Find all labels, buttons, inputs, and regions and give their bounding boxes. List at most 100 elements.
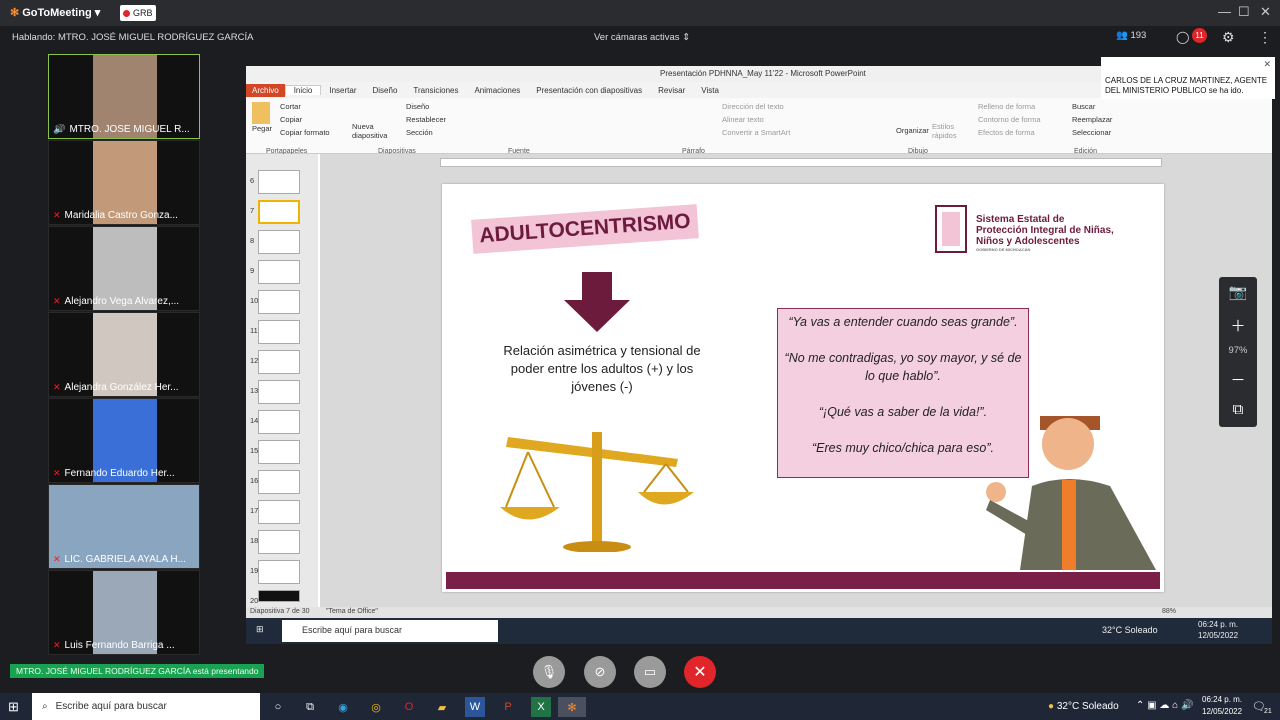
file-explorer-icon[interactable]: ▰ bbox=[432, 697, 452, 717]
copy-button[interactable]: Copiar bbox=[280, 115, 302, 124]
tab-insertar[interactable]: Insertar bbox=[321, 86, 364, 95]
shape-outline-button[interactable]: Contorno de forma bbox=[978, 115, 1041, 124]
slide-thumbnail[interactable] bbox=[258, 590, 300, 602]
text-direction-button[interactable]: Dirección del texto bbox=[722, 102, 784, 111]
chat-icon[interactable]: ◯ bbox=[1176, 30, 1189, 44]
edge-icon[interactable]: ◉ bbox=[333, 697, 353, 717]
quick-styles-button[interactable]: Estilos rápidos bbox=[932, 122, 960, 140]
slide-thumbnail[interactable] bbox=[258, 230, 300, 254]
word-icon[interactable]: W bbox=[465, 697, 485, 717]
coat-of-arms-logo-icon bbox=[935, 205, 967, 253]
date[interactable]: 12/05/2022 bbox=[1202, 707, 1242, 716]
select-button[interactable]: Seleccionar bbox=[1072, 128, 1111, 137]
task-view-icon[interactable]: ⧉ bbox=[300, 697, 320, 717]
mic-toggle-button[interactable]: 🎙 bbox=[533, 656, 565, 688]
participant-tile[interactable]: ✕ Maridalia Castro Gonza... bbox=[48, 140, 200, 225]
layout-button[interactable]: Diseño bbox=[406, 102, 429, 111]
slide-thumbnail[interactable] bbox=[258, 530, 300, 554]
inner-date: 12/05/2022 bbox=[1198, 631, 1239, 640]
cortana-icon[interactable]: ○ bbox=[268, 697, 288, 717]
zoom-in-icon[interactable]: ＋ bbox=[1219, 315, 1257, 336]
slide-thumbnail[interactable] bbox=[258, 560, 300, 584]
find-button[interactable]: Buscar bbox=[1072, 102, 1095, 111]
down-arrow-icon bbox=[564, 272, 630, 332]
camera-icon[interactable]: 📷 bbox=[1219, 283, 1257, 301]
taskbar-search-box[interactable]: ⌕ Escribe aquí para buscar bbox=[32, 693, 260, 720]
participant-tile[interactable]: ✕ LIC. GABRIELA AYALA H... bbox=[48, 484, 200, 569]
slide-thumbnail[interactable] bbox=[258, 380, 300, 404]
slide-thumbnail[interactable] bbox=[258, 500, 300, 524]
slide-thumbnail[interactable] bbox=[258, 470, 300, 494]
tab-transiciones[interactable]: Transiciones bbox=[405, 86, 466, 95]
app-logo[interactable]: ✻ GoToMeeting ▾ bbox=[10, 6, 101, 20]
slide-thumbnail[interactable] bbox=[258, 350, 300, 374]
gotomeeting-taskbar-icon[interactable]: ✻ bbox=[558, 697, 586, 717]
minimize-button[interactable]: — bbox=[1218, 4, 1231, 19]
slide-thumbnail-selected[interactable] bbox=[258, 200, 300, 224]
mic-off-icon: 🎙 bbox=[540, 664, 558, 679]
camera-toggle-button[interactable]: ⊘ bbox=[584, 656, 616, 688]
new-slide-button[interactable]: Nueva diapositiva bbox=[352, 122, 396, 140]
muted-mic-icon: ✕ bbox=[53, 210, 61, 220]
smartart-button[interactable]: Convertir a SmartArt bbox=[722, 128, 790, 137]
clock[interactable]: 06:24 p. m. bbox=[1202, 695, 1242, 704]
close-icon[interactable]: ✕ bbox=[1263, 59, 1271, 69]
windows-start-icon[interactable]: ⊞ bbox=[8, 699, 19, 715]
logo-icon: ✻ bbox=[10, 7, 20, 19]
active-cameras-toggle[interactable]: Ver cámaras activas ⇕ bbox=[594, 32, 690, 43]
maximize-button[interactable]: ☐ bbox=[1238, 4, 1250, 20]
tab-presentacion[interactable]: Presentación con diapositivas bbox=[528, 86, 650, 95]
recording-badge[interactable]: GRB bbox=[120, 5, 156, 21]
leave-notification: ✕ CARLOS DE LA CRUZ MARTINEZ, AGENTE DEL… bbox=[1101, 57, 1275, 99]
tab-animaciones[interactable]: Animaciones bbox=[466, 86, 528, 95]
muted-mic-icon: ✕ bbox=[53, 382, 61, 392]
tab-archivo[interactable]: Archivo bbox=[246, 83, 285, 97]
participant-tile[interactable]: ✕ Alejandro Vega Alvarez,... bbox=[48, 226, 200, 311]
zoom-out-icon[interactable]: － bbox=[1219, 369, 1257, 390]
slide-thumbnails[interactable]: 6 7 8 9 10 11 12 13 14 15 16 17 18 19 20 bbox=[246, 154, 318, 612]
muted-mic-icon: ✕ bbox=[53, 296, 61, 306]
close-button[interactable]: ✕ bbox=[1260, 4, 1271, 20]
powerpoint-icon[interactable]: P bbox=[498, 697, 518, 717]
format-painter-button[interactable]: Copiar formato bbox=[280, 128, 330, 137]
man-pointing-illustration-icon bbox=[986, 416, 1156, 570]
participant-tile[interactable]: ✕ Fernando Eduardo Her... bbox=[48, 398, 200, 483]
slide-footer-bar bbox=[446, 572, 1160, 589]
share-screen-button[interactable]: ▭ bbox=[634, 656, 666, 688]
tab-diseno[interactable]: Diseño bbox=[365, 86, 406, 95]
participant-tile[interactable]: 🔊 MTRO. JOSÉ MIGUEL R... bbox=[48, 54, 200, 139]
leave-meeting-button[interactable]: ✕ bbox=[684, 656, 716, 688]
participant-tile[interactable]: ✕ Luis Fernando Barriga ... bbox=[48, 570, 200, 655]
replace-button[interactable]: Reemplazar bbox=[1072, 115, 1112, 124]
section-button[interactable]: Sección bbox=[406, 128, 433, 137]
tab-revisar[interactable]: Revisar bbox=[650, 86, 693, 95]
chrome-icon[interactable]: ◎ bbox=[366, 697, 386, 717]
popout-icon[interactable]: ⧉ bbox=[1219, 401, 1257, 418]
cut-button[interactable]: Cortar bbox=[280, 102, 301, 111]
weather-widget[interactable]: ● 32°C Soleado bbox=[1048, 701, 1119, 712]
arrange-button[interactable]: Organizar bbox=[896, 126, 929, 135]
reset-button[interactable]: Restablecer bbox=[406, 115, 446, 124]
excel-icon[interactable]: X bbox=[531, 697, 551, 717]
shape-fill-button[interactable]: Relleno de forma bbox=[978, 102, 1035, 111]
gear-icon[interactable]: ⚙ bbox=[1222, 29, 1235, 46]
participant-tile[interactable]: ✕ Alejandra González Her... bbox=[48, 312, 200, 397]
opera-icon[interactable]: O bbox=[399, 697, 419, 717]
chevron-down-icon: ▾ bbox=[94, 7, 101, 19]
system-tray-icons[interactable]: ⌃ ▣ ☁ ⌂ 🔊 bbox=[1136, 700, 1193, 711]
slide-thumbnail[interactable] bbox=[258, 260, 300, 284]
tab-inicio[interactable]: Inicio bbox=[284, 85, 322, 95]
slide-thumbnail[interactable] bbox=[258, 440, 300, 464]
slide-thumbnail[interactable] bbox=[258, 170, 300, 194]
slide-thumbnail[interactable] bbox=[258, 410, 300, 434]
participants-button[interactable]: 👥 193 bbox=[1116, 30, 1146, 41]
align-text-button[interactable]: Alinear texto bbox=[722, 115, 764, 124]
slide-thumbnail[interactable] bbox=[258, 290, 300, 314]
shape-effects-button[interactable]: Efectos de forma bbox=[978, 128, 1035, 137]
tab-vista[interactable]: Vista bbox=[693, 86, 727, 95]
paste-button[interactable]: Pegar bbox=[252, 124, 272, 133]
notification-count: 21 bbox=[1264, 708, 1272, 715]
quote: “Ya vas a entender cuando seas grande”. bbox=[788, 315, 1018, 329]
more-menu-icon[interactable]: ⋮ bbox=[1258, 29, 1272, 46]
slide-thumbnail[interactable] bbox=[258, 320, 300, 344]
